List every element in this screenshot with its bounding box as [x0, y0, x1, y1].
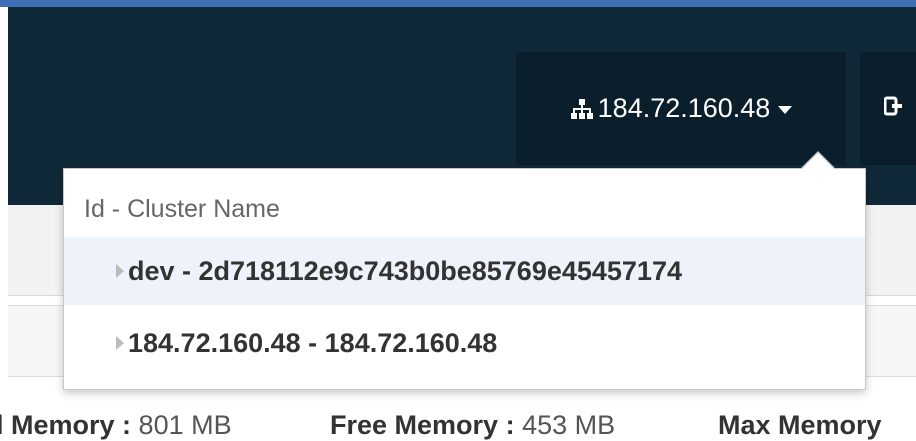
caret-right-icon [116, 336, 124, 350]
free-memory-stat: Free Memory : 453 MB [330, 410, 615, 441]
caret-right-icon [116, 264, 124, 278]
sign-out-icon [883, 95, 904, 122]
logout-button[interactable] [860, 52, 916, 165]
max-memory-label: Max Memory [718, 410, 882, 440]
cluster-selector-label: 184.72.160.48 [597, 93, 771, 123]
cluster-menu-item[interactable]: 184.72.160.48 - 184.72.160.48 [64, 309, 865, 377]
cluster-menu-item-label: dev - 2d718112e9c743b0be85769e45457174 [128, 255, 682, 286]
free-memory-label: Free Memory : [330, 410, 515, 440]
used-memory-label: l Memory : [0, 410, 132, 440]
max-memory-stat: Max Memory [718, 410, 882, 441]
cluster-menu-item-label: 184.72.160.48 - 184.72.160.48 [128, 327, 498, 358]
cluster-menu-item[interactable]: dev - 2d718112e9c743b0be85769e45457174 [64, 237, 865, 305]
top-accent-line [0, 0, 916, 7]
memory-stats: l Memory : 801 MB Free Memory : 453 MB M… [0, 406, 916, 441]
free-memory-value: 453 MB [522, 410, 616, 440]
dropdown-header: Id - Cluster Name [84, 195, 280, 223]
used-memory-value: 801 MB [138, 410, 232, 440]
used-memory-stat: l Memory : 801 MB [0, 410, 232, 441]
sitemap-icon [570, 97, 594, 121]
cluster-selector-button[interactable]: 184.72.160.48 [516, 52, 846, 165]
chevron-down-icon [778, 105, 793, 114]
dropdown-pointer-fill [802, 153, 834, 169]
cluster-dropdown-menu: Id - Cluster Name dev - 2d718112e9c743b0… [63, 168, 866, 390]
